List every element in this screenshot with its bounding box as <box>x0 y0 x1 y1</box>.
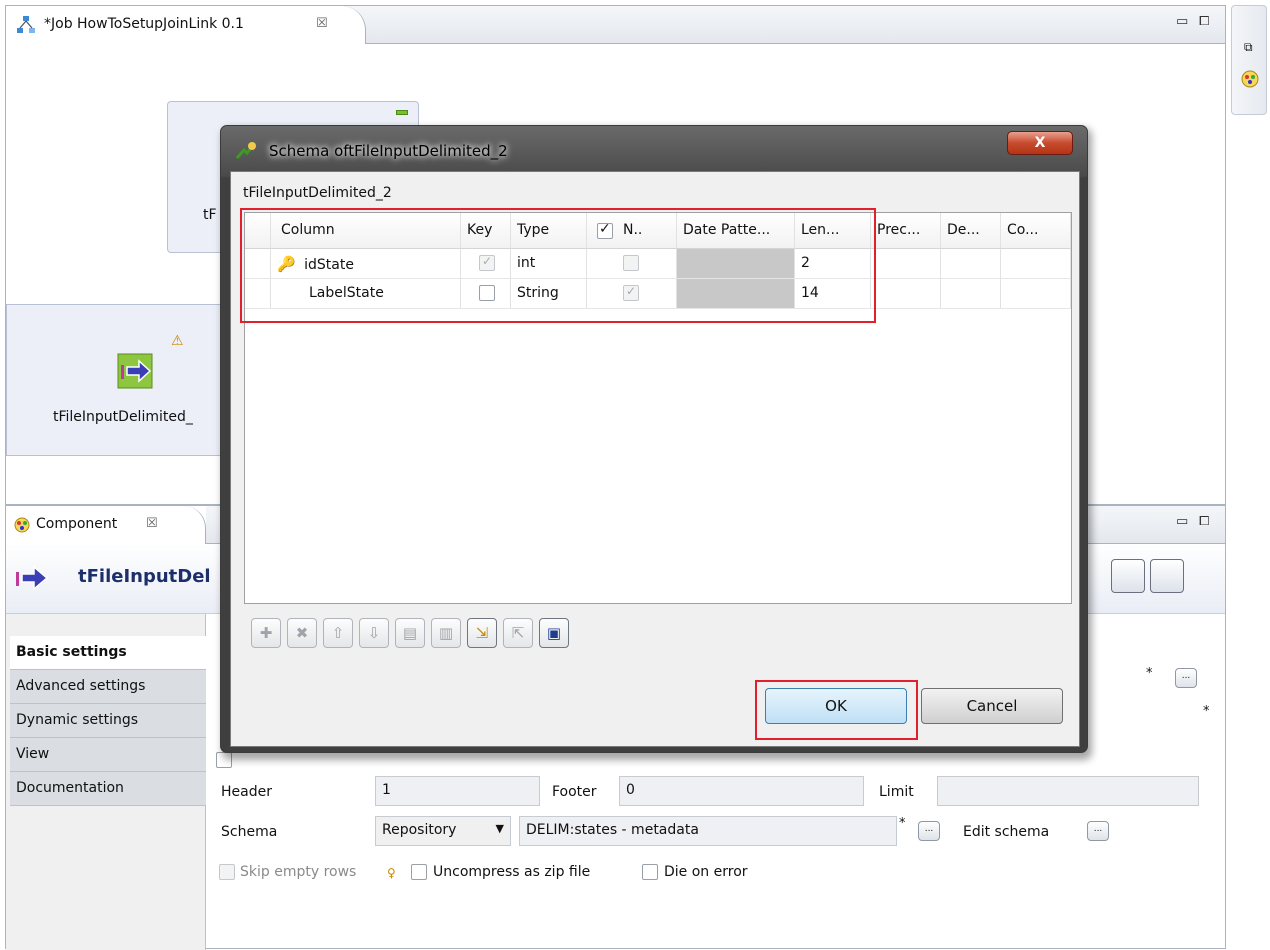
schema-icon <box>235 142 257 159</box>
tab-advanced-settings[interactable]: Advanced settings <box>10 670 206 704</box>
export-schema-button[interactable]: ⇱ <box>503 618 533 648</box>
close-button[interactable]: X <box>1007 131 1073 155</box>
job-tab-label: *Job HowToSetupJoinLink 0.1 <box>44 16 244 32</box>
tab-basic-settings[interactable]: Basic settings <box>10 636 206 670</box>
cell-comment[interactable] <box>1001 279 1071 309</box>
die-on-error-label: Die on error <box>664 864 748 880</box>
component-tab-label: Component <box>36 516 118 532</box>
ok-button[interactable]: OK <box>765 688 907 724</box>
cell-precision[interactable] <box>871 279 941 309</box>
cell-comment[interactable] <box>1001 249 1071 279</box>
schema-dialog: Schema oftFileInputDelimited_2 X tFileIn… <box>220 125 1088 753</box>
limit-label: Limit <box>879 784 914 800</box>
hint-icon: ♀ <box>387 866 396 880</box>
uncompress-checkbox[interactable] <box>411 864 427 880</box>
skip-empty-rows-checkbox[interactable] <box>219 864 235 880</box>
component-title: tFileInputDel <box>78 566 211 587</box>
settings-sidebar: Basic settings Advanced settings Dynamic… <box>6 614 206 950</box>
move-up-button[interactable]: ⇧ <box>323 618 353 648</box>
dialog-title: Schema oftFileInputDelimited_2 <box>269 142 508 160</box>
maximize-icon[interactable]: ⧠ <box>1199 514 1209 529</box>
copy-button[interactable]: ▤ <box>395 618 425 648</box>
required-marker: * <box>899 816 906 831</box>
file-input-icon <box>117 353 153 389</box>
schema-label: Schema <box>221 824 278 840</box>
job-icon <box>17 16 35 33</box>
minimize-icon[interactable]: ▭ <box>1176 514 1188 529</box>
import-schema-button[interactable]: ⇲ <box>467 618 497 648</box>
edit-schema-label: Edit schema <box>963 824 1050 840</box>
tab-dynamic-settings[interactable]: Dynamic settings <box>10 704 206 738</box>
cell-default[interactable] <box>941 249 1001 279</box>
restore-icon[interactable]: ⧉ <box>1244 40 1253 55</box>
edit-schema-button[interactable]: ... <box>1087 821 1109 841</box>
component-label-top: tF <box>203 207 217 223</box>
footer-input[interactable]: 0 <box>619 776 864 806</box>
browse-button[interactable]: ... <box>1175 668 1197 688</box>
highlight-box <box>240 208 876 323</box>
table-view-icon[interactable] <box>1111 559 1145 593</box>
list-view-icon[interactable] <box>1150 559 1184 593</box>
schema-input[interactable]: DELIM:states - metadata <box>519 816 897 846</box>
cell-default[interactable] <box>941 279 1001 309</box>
component-label: tFileInputDelimited_ <box>53 409 193 425</box>
schema-table: Column Key Type N.. ✓ Date Patte... Len.… <box>240 208 1072 604</box>
minimize-icon[interactable]: ▭ <box>1176 14 1188 29</box>
remove-row-button[interactable]: ✖ <box>287 618 317 648</box>
column-header-comment[interactable]: Co... <box>1001 213 1071 249</box>
skip-empty-rows-label: Skip empty rows <box>240 864 357 880</box>
job-tab[interactable]: *Job HowToSetupJoinLink 0.1 ☒ <box>6 6 366 44</box>
status-indicator <box>396 110 408 115</box>
header-input[interactable]: 1 <box>375 776 540 806</box>
close-icon[interactable]: ☒ <box>316 16 328 31</box>
header-label: Header <box>221 784 272 800</box>
schema-mode-value: Repository <box>382 822 457 838</box>
dialog-subtitle: tFileInputDelimited_2 <box>243 185 392 201</box>
component-tab[interactable]: Component ☒ <box>6 506 206 544</box>
limit-input[interactable] <box>937 776 1199 806</box>
file-input-icon <box>16 565 49 591</box>
tab-view[interactable]: View <box>10 738 206 772</box>
warning-icon: ⚠ <box>171 333 184 349</box>
paste-button[interactable]: ▥ <box>431 618 461 648</box>
tab-documentation[interactable]: Documentation <box>10 772 206 806</box>
move-down-button[interactable]: ⇩ <box>359 618 389 648</box>
component-icon <box>14 517 30 533</box>
chevron-down-icon: ▼ <box>495 822 504 835</box>
cancel-button[interactable]: Cancel <box>921 688 1063 724</box>
schema-browse-button[interactable]: ... <box>918 821 940 841</box>
add-row-button[interactable]: ✚ <box>251 618 281 648</box>
footer-label: Footer <box>552 784 597 800</box>
uncompress-label: Uncompress as zip file <box>433 864 591 880</box>
save-schema-button[interactable]: ▣ <box>539 618 569 648</box>
palette-strip: ⧉ <box>1231 5 1267 115</box>
required-marker: * <box>1203 704 1210 719</box>
component-node[interactable]: ⚠ tFileInputDelimited_ <box>6 304 231 456</box>
die-on-error-checkbox[interactable] <box>642 864 658 880</box>
column-header-precision[interactable]: Prec... <box>871 213 941 249</box>
dialog-body: tFileInputDelimited_2 Column Key Type N.… <box>230 171 1080 747</box>
schema-mode-select[interactable]: Repository ▼ <box>375 816 511 846</box>
column-header-default[interactable]: De... <box>941 213 1001 249</box>
palette-icon[interactable] <box>1241 70 1259 88</box>
required-marker: * <box>1146 666 1153 681</box>
cell-precision[interactable] <box>871 249 941 279</box>
maximize-icon[interactable]: ⧠ <box>1199 14 1209 29</box>
close-icon[interactable]: ☒ <box>146 516 158 531</box>
